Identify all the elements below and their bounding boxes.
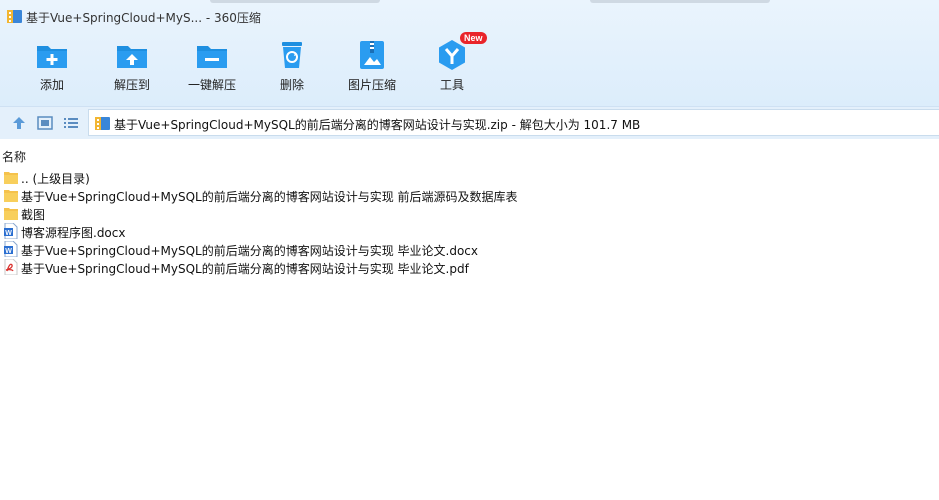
word-document-icon: W <box>4 223 18 239</box>
thumbnail-view-icon[interactable] <box>37 115 53 131</box>
extract-to-label: 解压到 <box>113 78 150 92</box>
list-item[interactable]: W 博客源程序图.docx <box>0 222 939 240</box>
new-badge: New <box>460 32 487 44</box>
toolbar: 添加 解压到 一键解压 删除 图片压缩 工具 New <box>0 32 939 98</box>
pdf-document-icon <box>4 259 18 275</box>
column-header-name[interactable]: 名称 <box>2 148 26 165</box>
file-name: 基于Vue+SpringCloud+MySQL的前后端分离的博客网站设计与实现 … <box>21 262 469 276</box>
delete-button[interactable]: 删除 <box>252 38 332 98</box>
delete-label: 删除 <box>279 78 304 92</box>
path-text: 基于Vue+SpringCloud+MySQL的前后端分离的博客网站设计与实现.… <box>114 118 641 132</box>
file-name: 基于Vue+SpringCloud+MySQL的前后端分离的博客网站设计与实现 … <box>21 244 478 258</box>
list-item[interactable]: 截图 <box>0 204 939 222</box>
tools-button[interactable]: 工具 New <box>412 32 492 98</box>
tools-label: 工具 <box>439 78 464 92</box>
tab-shadow <box>590 0 770 3</box>
tab-shadow <box>210 0 380 3</box>
file-name: .. (上级目录) <box>21 172 90 186</box>
archive-app-icon <box>7 10 22 23</box>
file-name: 基于Vue+SpringCloud+MySQL的前后端分离的博客网站设计与实现 … <box>21 190 518 204</box>
add-label: 添加 <box>39 78 64 92</box>
list-item[interactable]: 基于Vue+SpringCloud+MySQL的前后端分离的博客网站设计与实现 … <box>0 258 939 276</box>
extract-to-button[interactable]: 解压到 <box>92 38 172 98</box>
folder-icon <box>4 190 18 202</box>
list-item[interactable]: 基于Vue+SpringCloud+MySQL的前后端分离的博客网站设计与实现 … <box>0 186 939 204</box>
svg-text:W: W <box>5 248 12 255</box>
up-arrow-icon[interactable] <box>11 115 27 131</box>
window-title: 基于Vue+SpringCloud+MyS... - 360压缩 <box>26 11 261 25</box>
list-item[interactable]: .. (上级目录) <box>0 168 939 186</box>
list-item[interactable]: W 基于Vue+SpringCloud+MySQL的前后端分离的博客网站设计与实… <box>0 240 939 258</box>
path-field[interactable]: 基于Vue+SpringCloud+MySQL的前后端分离的博客网站设计与实现.… <box>88 109 939 136</box>
one-click-extract-label: 一键解压 <box>187 78 236 92</box>
image-compress-icon <box>360 41 384 69</box>
image-compress-label: 图片压缩 <box>347 78 396 92</box>
file-name: 博客源程序图.docx <box>21 226 126 240</box>
add-folder-icon <box>37 46 67 68</box>
list-view-icon[interactable] <box>63 115 79 131</box>
navigation-bar: 基于Vue+SpringCloud+MySQL的前后端分离的博客网站设计与实现.… <box>0 106 939 139</box>
file-list: .. (上级目录) 基于Vue+SpringCloud+MySQL的前后端分离的… <box>0 168 939 276</box>
extract-to-icon <box>117 46 147 68</box>
add-button[interactable]: 添加 <box>12 38 92 98</box>
file-name: 截图 <box>21 208 46 222</box>
folder-icon <box>4 172 18 184</box>
one-click-extract-icon <box>197 46 227 68</box>
word-document-icon: W <box>4 241 18 257</box>
one-click-extract-button[interactable]: 一键解压 <box>172 38 252 98</box>
window-header: 基于Vue+SpringCloud+MyS... - 360压缩 添加 解压到 <box>0 0 939 106</box>
folder-icon <box>4 208 18 220</box>
image-compress-button[interactable]: 图片压缩 <box>332 38 412 98</box>
title-bar: 基于Vue+SpringCloud+MyS... - 360压缩 <box>0 0 939 34</box>
zip-archive-icon <box>95 117 110 130</box>
svg-text:W: W <box>5 230 12 237</box>
delete-icon <box>282 42 302 68</box>
list-header: 名称 <box>0 140 939 164</box>
